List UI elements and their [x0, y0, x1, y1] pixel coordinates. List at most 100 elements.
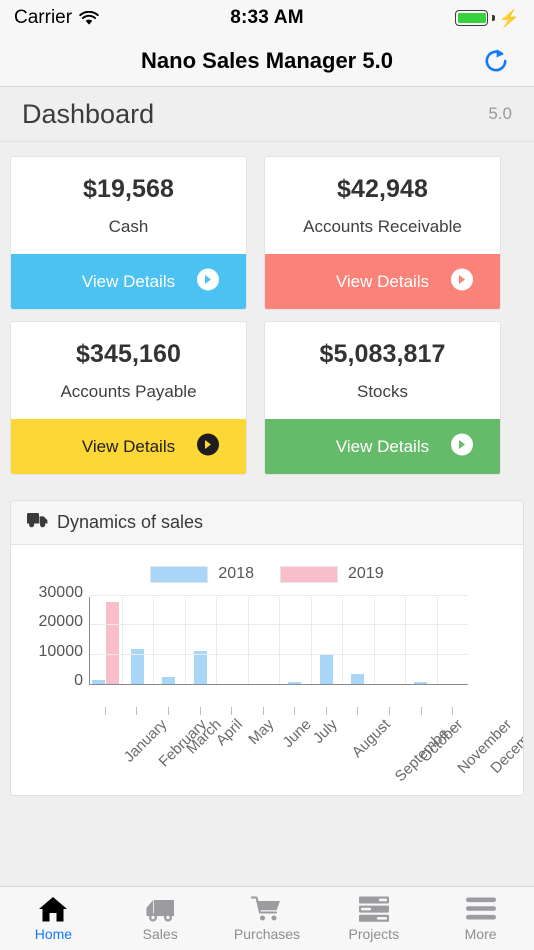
kpi-card-stocks: $5,083,817 Stocks View Details — [264, 321, 501, 475]
chart-bar[interactable] — [193, 651, 207, 684]
chart-area[interactable]: 2018 2019 0 10000 20000 30000 January Februa… — [11, 545, 523, 795]
panel-title: Dynamics of sales — [57, 512, 204, 532]
kpi-value: $19,568 — [82, 175, 175, 203]
panel-header: Dynamics of sales — [11, 501, 523, 545]
x-tick — [104, 707, 106, 715]
y-tick-label: 30000 — [38, 584, 84, 601]
x-tick — [420, 707, 422, 715]
navigation-bar: Nano Sales Manager 5.0 — [0, 36, 534, 87]
tab-sales[interactable]: Sales — [107, 887, 214, 950]
x-tick-label: May — [245, 716, 278, 749]
x-tick — [262, 707, 264, 715]
x-tick-label: July — [310, 716, 342, 747]
sales-chart-panel: Dynamics of sales 2018 2019 0 10000 20000 3… — [10, 500, 524, 796]
chart-y-axis: 0 10000 20000 30000 — [11, 584, 84, 689]
kpi-card-cash: $19,568 Cash View Details — [10, 156, 247, 310]
legend-swatch-2019 — [280, 565, 338, 583]
chart-legend: 2018 2019 — [11, 565, 523, 583]
x-tick — [199, 707, 201, 715]
kpi-label: Cash — [108, 217, 149, 236]
tab-label-purchases: Purchases — [233, 926, 301, 942]
x-tick — [167, 707, 169, 715]
wifi-icon — [79, 10, 99, 26]
chart-bar[interactable] — [414, 682, 428, 684]
y-tick-label: 0 — [74, 672, 83, 689]
kpi-card-body: $5,083,817 Stocks — [265, 322, 500, 419]
battery-icon — [455, 10, 489, 26]
kpi-card-grid: $19,568 Cash View Details $42,948 Accoun… — [10, 156, 524, 475]
chart-bar-group — [216, 597, 248, 684]
page-header: Dashboard 5.0 — [0, 87, 534, 142]
view-details-button-accounts-receivable[interactable]: View Details — [265, 254, 500, 309]
kpi-card-body: $345,160 Accounts Payable — [11, 322, 246, 419]
truck-icon — [144, 895, 176, 923]
legend-item-2018[interactable]: 2018 — [150, 565, 254, 583]
kpi-value: $42,948 — [336, 175, 429, 203]
view-details-label: View Details — [335, 436, 430, 456]
grid-line-vertical — [342, 597, 343, 684]
status-bar-left: Carrier — [14, 7, 99, 29]
status-bar-right: ⚡ — [455, 10, 520, 27]
x-tick-label: August — [348, 716, 394, 762]
grid-line-vertical — [247, 597, 249, 684]
kpi-card-accounts-receivable: $42,948 Accounts Receivable View Details — [264, 156, 501, 310]
chart-bar[interactable] — [351, 673, 365, 684]
grid-line-vertical — [373, 597, 375, 684]
tab-purchases[interactable]: Purchases — [214, 887, 321, 950]
hamburger-menu-icon — [465, 895, 496, 923]
battery-cap-icon — [492, 15, 495, 21]
chart-bar-group — [311, 597, 343, 684]
chart-bar-group — [122, 597, 154, 684]
legend-item-2019[interactable]: 2019 — [280, 565, 384, 583]
kpi-card-body: $19,568 Cash — [11, 157, 246, 254]
tab-projects[interactable]: Projects — [320, 887, 427, 950]
kpi-value: $345,160 — [75, 340, 182, 368]
kpi-label: Stocks — [356, 382, 409, 401]
view-details-button-accounts-payable[interactable]: View Details — [11, 419, 246, 474]
chart-bar[interactable] — [92, 679, 106, 684]
arrow-right-circle-icon — [196, 432, 220, 461]
x-tick — [357, 707, 359, 715]
carrier-label: Carrier — [14, 7, 73, 28]
kpi-card-accounts-payable: $345,160 Accounts Payable View Details — [10, 321, 247, 475]
arrow-right-circle-icon — [196, 267, 220, 296]
grid-line-vertical — [153, 597, 154, 684]
x-tick — [294, 707, 296, 715]
chart-bar-group — [90, 597, 122, 684]
kpi-value: $5,083,817 — [319, 340, 446, 368]
tab-label-more: More — [464, 926, 497, 942]
chart-bar-group — [405, 597, 437, 684]
chart-bar[interactable] — [162, 676, 176, 684]
status-bar: Carrier 8:33 AM ⚡ — [0, 0, 534, 36]
chart-bar[interactable] — [319, 654, 333, 684]
chart-x-ticks — [89, 707, 468, 716]
chart-bar[interactable] — [106, 601, 120, 684]
refresh-icon[interactable] — [480, 45, 512, 77]
chart-plot-wrapper: 0 10000 20000 30000 — [11, 584, 523, 707]
view-details-button-stocks[interactable]: View Details — [265, 419, 500, 474]
chart-bar-group — [153, 597, 185, 684]
chart-bar-group — [279, 597, 311, 684]
kpi-label: Accounts Payable — [60, 382, 197, 401]
tab-more[interactable]: More — [427, 887, 534, 950]
x-tick — [389, 707, 391, 715]
legend-label-2018: 2018 — [218, 565, 254, 582]
view-details-button-cash[interactable]: View Details — [11, 254, 246, 309]
grid-line-vertical — [184, 597, 186, 684]
tab-home[interactable]: Home — [0, 887, 107, 950]
grid-line-vertical — [310, 597, 312, 684]
chart-bar[interactable] — [288, 681, 302, 684]
view-details-label: View Details — [81, 436, 176, 456]
chart-bar-group — [437, 597, 469, 684]
x-tick — [136, 707, 138, 715]
chart-bar-group — [342, 597, 374, 684]
x-tick — [452, 707, 454, 715]
x-tick — [325, 707, 327, 715]
chart-x-axis: January February March April May June July Augu… — [89, 716, 523, 795]
charging-bolt-icon: ⚡ — [498, 8, 520, 28]
grid-line-vertical — [216, 597, 217, 684]
y-tick-label: 20000 — [38, 613, 84, 631]
app-title: Nano Sales Manager 5.0 — [141, 48, 393, 73]
grid-line-vertical — [405, 597, 406, 684]
tab-bar: Home Sales Purchases Projects More — [0, 886, 534, 950]
